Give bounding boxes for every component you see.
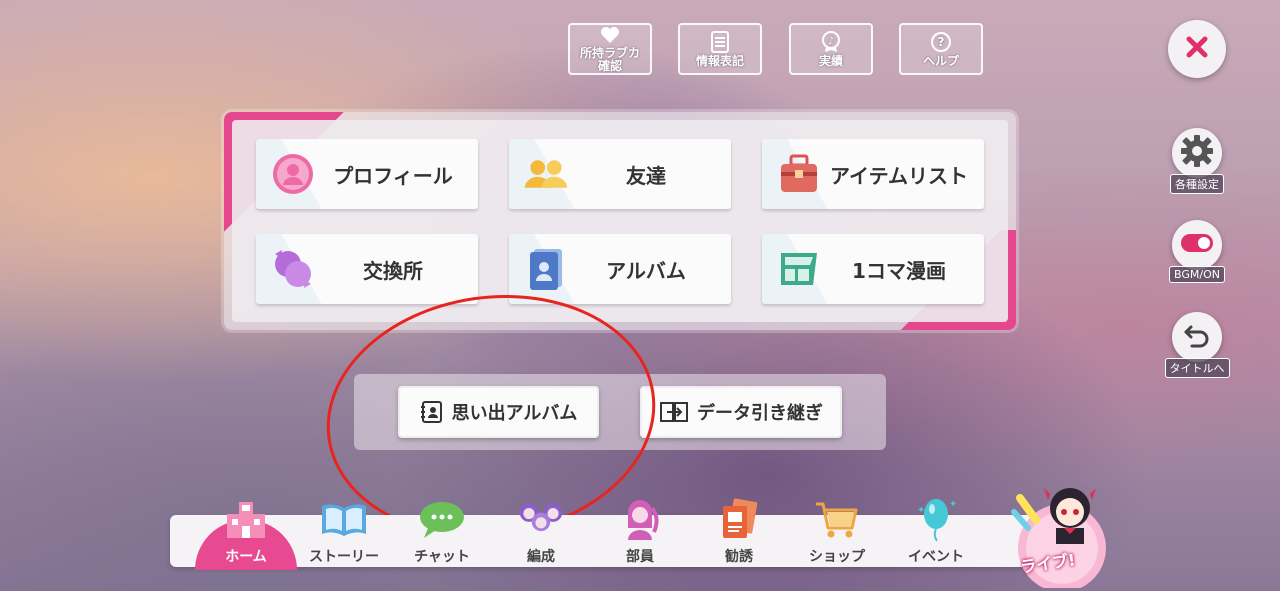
achievements-button[interactable]: ♪ 実績 xyxy=(789,23,873,75)
svg-text:♪: ♪ xyxy=(828,36,834,47)
profile-icon xyxy=(270,151,316,197)
nav-event-label: イベント xyxy=(908,549,964,565)
school-icon xyxy=(221,496,271,544)
balloon-icon: ✦ ✦ xyxy=(911,496,961,544)
nav-shop-label: ショップ xyxy=(809,549,865,565)
friends-button[interactable]: 友達 xyxy=(509,139,731,209)
nav-home-label: ホーム xyxy=(225,549,267,565)
exchange-label: 交換所 xyxy=(363,258,423,283)
item-list-label: アイテムリスト xyxy=(830,163,968,188)
help-icon: ? xyxy=(930,31,952,53)
achievements-label: 実績 xyxy=(818,53,843,68)
nav-home[interactable]: ホーム xyxy=(201,496,291,568)
nav-event[interactable]: ✦ ✦ イベント xyxy=(891,496,981,568)
to-title-label: タイトルへ xyxy=(1164,358,1230,378)
bag-icon xyxy=(776,151,822,197)
friends-icon xyxy=(523,151,569,197)
item-list-button[interactable]: アイテムリスト xyxy=(762,139,984,209)
nav-story-label: ストーリー xyxy=(309,549,379,565)
help-label: ヘルプ xyxy=(922,53,959,68)
album-button[interactable]: アルバム xyxy=(509,234,731,304)
help-button[interactable]: ? ヘルプ xyxy=(899,23,983,75)
data-transfer-label: データ引き継ぎ xyxy=(697,403,823,424)
manga-icon xyxy=(776,246,822,292)
nav-scout-label: 勧誘 xyxy=(725,549,753,565)
gear-icon xyxy=(1180,134,1214,172)
exchange-icon xyxy=(270,246,316,292)
character-icon xyxy=(615,496,665,544)
return-icon xyxy=(1183,321,1211,353)
data-transfer-button[interactable]: データ引き継ぎ xyxy=(640,386,842,438)
chat-icon xyxy=(417,496,467,544)
medal-icon: ♪ xyxy=(820,30,842,53)
profile-button[interactable]: プロフィール xyxy=(256,139,478,209)
nav-members-label: 部員 xyxy=(626,549,654,565)
info-notation-label: 情報表記 xyxy=(695,53,744,68)
nav-formation[interactable]: 編成 xyxy=(496,496,586,568)
cards-icon xyxy=(714,496,764,544)
manga-label: 1コマ漫画 xyxy=(852,258,946,283)
album-label: アルバム xyxy=(606,258,686,283)
cart-icon xyxy=(812,496,862,544)
nav-members[interactable]: 部員 xyxy=(595,496,685,568)
settings-label: 各種設定 xyxy=(1170,174,1224,194)
svg-text:✦: ✦ xyxy=(917,505,925,516)
exchange-button[interactable]: 交換所 xyxy=(256,234,478,304)
toggle-icon xyxy=(1181,234,1213,256)
manga-button[interactable]: 1コマ漫画 xyxy=(762,234,984,304)
settings-button[interactable]: 各種設定 xyxy=(1168,128,1226,194)
info-notation-button[interactable]: 情報表記 xyxy=(678,23,762,75)
nav-chat[interactable]: チャット xyxy=(397,496,487,568)
to-title-button[interactable]: タイトルへ xyxy=(1164,312,1230,378)
close-button[interactable] xyxy=(1168,20,1226,78)
album-icon xyxy=(523,246,569,292)
profile-label: プロフィール xyxy=(333,163,453,188)
document-icon xyxy=(709,30,731,53)
nav-shop[interactable]: ショップ xyxy=(792,496,882,568)
book-icon xyxy=(319,496,369,544)
friends-label: 友達 xyxy=(626,163,666,188)
svg-text:✦: ✦ xyxy=(949,499,957,510)
nav-story[interactable]: ストーリー xyxy=(299,496,389,568)
close-icon xyxy=(1186,36,1208,62)
nav-scout[interactable]: 勧誘 xyxy=(694,496,784,568)
data-transfer-icon xyxy=(659,401,689,423)
bgm-label: BGM/ON xyxy=(1169,266,1225,283)
members-icon xyxy=(516,496,566,544)
nav-chat-label: チャット xyxy=(414,549,470,565)
heart-icon xyxy=(599,25,621,45)
bgm-toggle-button[interactable]: BGM/ON xyxy=(1168,220,1226,283)
owned-lovecard-label: 所持ラブカ 確認 xyxy=(579,46,640,73)
nav-formation-label: 編成 xyxy=(527,549,555,565)
owned-lovecard-button[interactable]: 所持ラブカ 確認 xyxy=(568,23,652,75)
svg-text:?: ? xyxy=(938,35,945,49)
